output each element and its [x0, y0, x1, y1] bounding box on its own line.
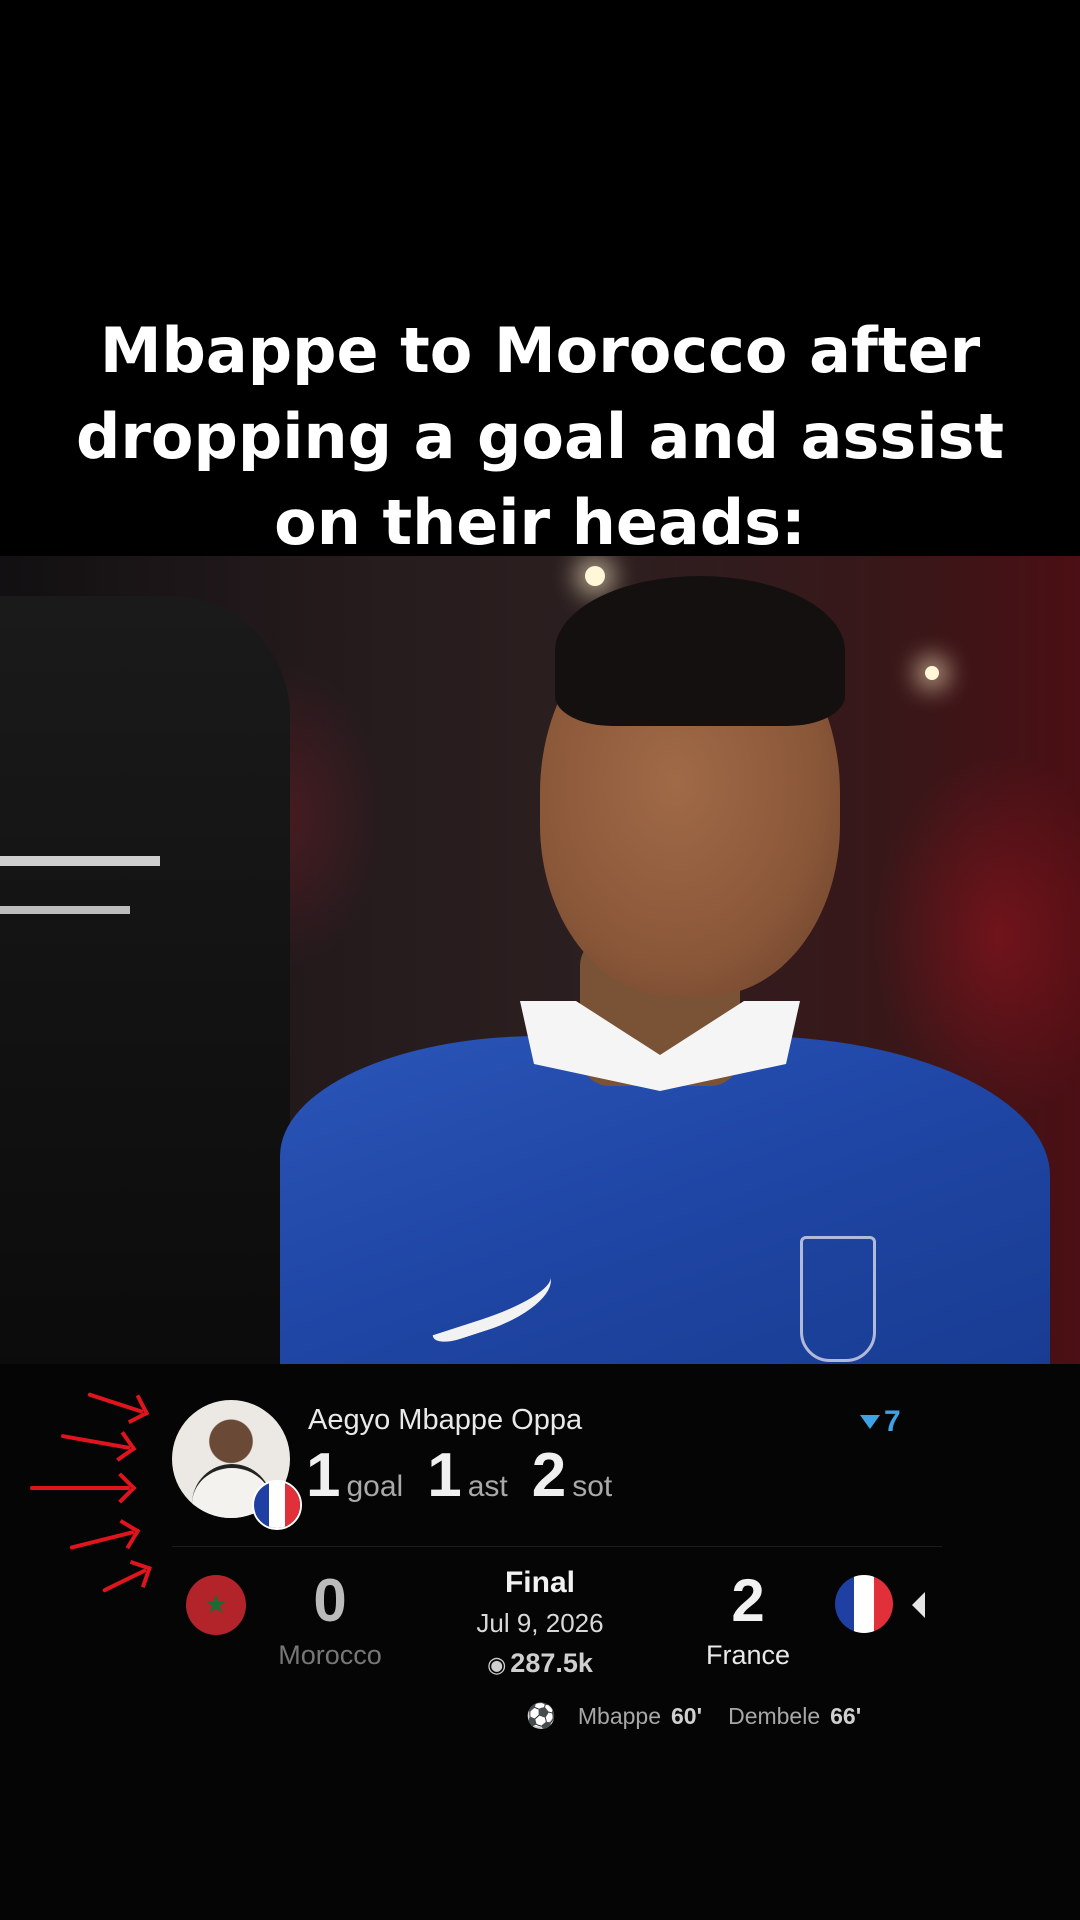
scorer-minute: 66': [830, 1703, 862, 1729]
match-status: Final: [504, 1566, 575, 1599]
caption: Mbappe to Morocco after dropping a goal …: [0, 308, 1080, 566]
red-arrow: [30, 1486, 130, 1490]
stat-value: 1: [427, 1441, 462, 1510]
filter-badge[interactable]: 7: [860, 1405, 901, 1439]
collapse-triangle-icon[interactable]: [912, 1592, 925, 1618]
player-photo: [0, 556, 1080, 1364]
badge-count: 7: [884, 1405, 901, 1438]
match-date: Jul 9, 2026: [476, 1608, 604, 1638]
caption-line-2: dropping a goal and assist: [75, 400, 1005, 473]
player-hair: [555, 576, 845, 726]
background-stripe: [0, 856, 160, 866]
stat-value: 1: [306, 1441, 341, 1510]
view-count: ◉ 287.5k: [440, 1648, 640, 1679]
home-team-name[interactable]: Morocco: [230, 1640, 430, 1671]
scorer-name: Dembele: [728, 1703, 821, 1729]
scorer-name: Mbappe: [577, 1703, 662, 1729]
caption-line-3: on their heads:: [274, 486, 806, 559]
stadium-light: [925, 666, 939, 680]
divider: [172, 1546, 942, 1547]
star-icon: ★: [204, 1589, 228, 1619]
home-score: 0: [313, 1567, 347, 1634]
background-stripe: [0, 906, 130, 914]
stat-shots-on-target: 2 sot: [532, 1440, 613, 1511]
scorer-minute: 60': [671, 1703, 703, 1729]
filter-icon: [860, 1415, 880, 1429]
stadium-light: [585, 566, 605, 586]
stat-goals: 1 goal: [306, 1440, 403, 1511]
team-crest: [800, 1236, 876, 1362]
player-name[interactable]: Aegyo Mbappe Oppa: [308, 1404, 582, 1437]
view-count-value: 287.5k: [510, 1648, 593, 1678]
france-flag-icon: [835, 1575, 893, 1633]
stat-assists: 1 ast: [427, 1440, 508, 1511]
away-team-name[interactable]: France: [648, 1640, 848, 1671]
stat-label: sot: [572, 1470, 613, 1503]
background-figure: [0, 596, 290, 1364]
stat-value: 2: [531, 1441, 567, 1510]
eye-icon: ◉: [487, 1652, 507, 1677]
away-score: 2: [731, 1567, 765, 1634]
morocco-flag-icon: ★: [186, 1575, 246, 1635]
caption-line-1: Mbappe to Morocco after: [99, 314, 981, 387]
soccer-ball-icon: ⚽: [526, 1703, 556, 1730]
stat-label: goal: [346, 1470, 404, 1503]
player-stats: 1 goal 1 ast 2 sot: [306, 1440, 612, 1511]
goal-scorers: ⚽ Mbappe 60' Dembele 66': [526, 1702, 861, 1731]
stat-label: ast: [467, 1470, 508, 1503]
france-flag-icon: [252, 1480, 302, 1530]
